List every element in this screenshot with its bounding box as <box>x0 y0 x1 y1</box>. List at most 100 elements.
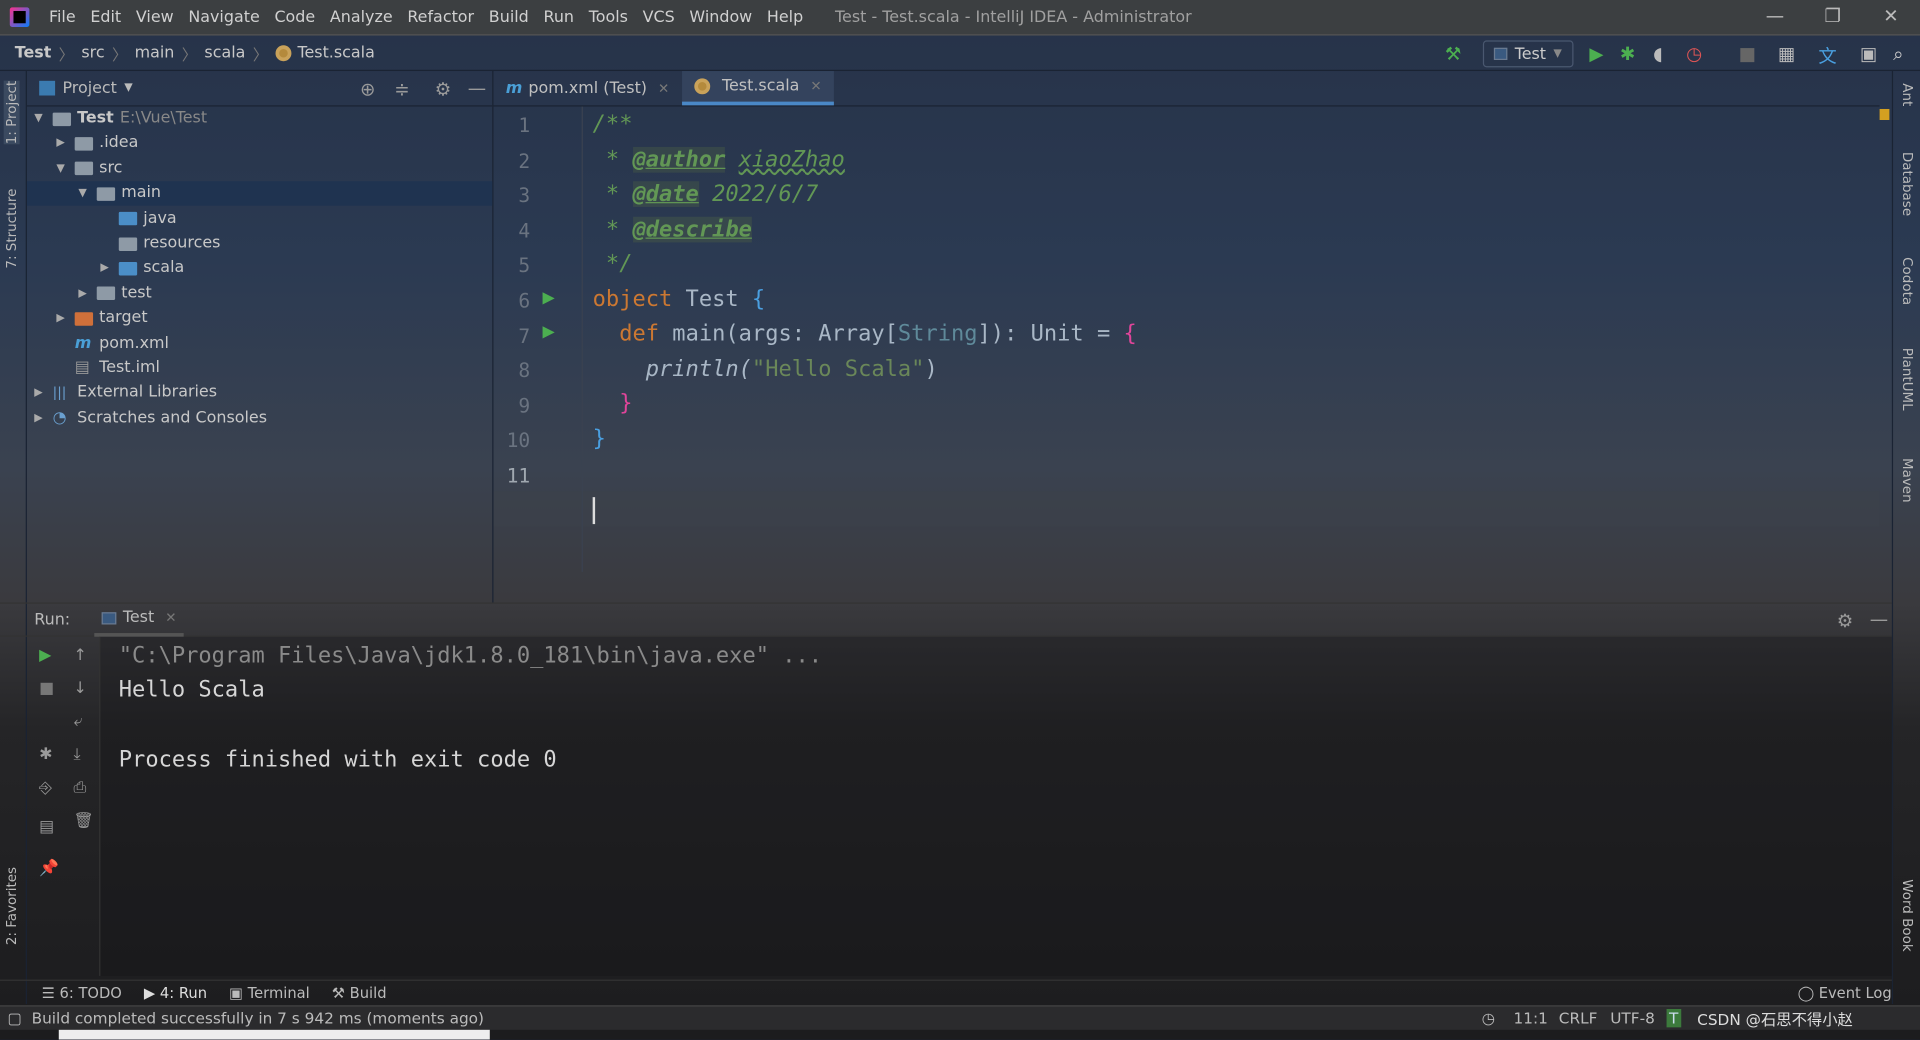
code-area[interactable]: 1 2 3 4 5 6 7 8 9 10 11 ▶ ▶ /** * @author xiaoZhao… <box>493 106 1880 603</box>
down-arrow-icon[interactable]: ↓ <box>73 680 86 698</box>
chevron-right-icon[interactable]: ▶ <box>34 406 46 430</box>
close-tab-icon[interactable]: ✕ <box>165 610 176 626</box>
chevron-right-icon[interactable]: ▶ <box>56 131 68 155</box>
chevron-right-icon[interactable]: ▶ <box>78 281 90 305</box>
tool-tab-run[interactable]: ▶ 4: Run <box>144 984 207 1001</box>
breadcrumb-file[interactable]: Test.scala <box>297 43 374 61</box>
chevron-right-icon[interactable]: ▶ <box>100 256 112 280</box>
chevron-down-icon[interactable]: ▼ <box>56 156 68 180</box>
chevron-down-icon[interactable]: ▼ <box>78 181 90 205</box>
menu-vcs[interactable]: VCS <box>635 8 682 26</box>
menu-edit[interactable]: Edit <box>83 8 129 26</box>
chevron-right-icon[interactable]: ▶ <box>34 381 46 405</box>
debug-icon[interactable]: ✱ <box>39 746 52 764</box>
print-icon[interactable]: ⎙ <box>73 779 86 797</box>
profile-icon[interactable]: ◷ <box>1686 43 1702 65</box>
menu-file[interactable]: File <box>42 8 83 26</box>
menu-code[interactable]: Code <box>267 8 322 26</box>
menu-build[interactable]: Build <box>481 8 536 26</box>
tool-tab-maven[interactable]: Maven <box>1899 458 1915 503</box>
editor-scrollbar[interactable] <box>1879 107 1892 499</box>
tree-item[interactable]: java <box>100 206 177 230</box>
tree-item[interactable]: m pom.xml <box>56 331 169 355</box>
tree-item[interactable]: ▶ .idea <box>56 131 138 155</box>
caret-position[interactable]: 11:1 <box>1513 1009 1547 1027</box>
menu-view[interactable]: View <box>129 8 181 26</box>
close-tab-icon[interactable]: ✕ <box>658 80 669 96</box>
status-toggle-icon[interactable]: ▢ <box>7 1009 21 1027</box>
run-tab-test[interactable]: Test ✕ <box>94 602 184 637</box>
gear-icon[interactable]: ⚙ <box>435 78 451 100</box>
breadcrumb-project[interactable]: Test <box>15 43 52 61</box>
tree-item[interactable]: ▤ Test.iml <box>56 356 160 380</box>
menu-run[interactable]: Run <box>536 8 581 26</box>
plugin-status-icon[interactable]: T <box>1666 1008 1681 1028</box>
breadcrumb-scala[interactable]: scala <box>204 43 245 61</box>
search-icon[interactable]: ⌕ <box>1893 43 1903 65</box>
tree-item[interactable]: ▶ ◔ Scratches and Consoles <box>34 406 267 430</box>
tool-tab-ant[interactable]: Ant <box>1899 83 1915 106</box>
pin-icon[interactable]: 📌 <box>39 860 59 878</box>
trash-icon[interactable]: 🗑 <box>73 812 93 830</box>
tool-tab-word-book[interactable]: Word Book <box>1899 879 1915 951</box>
debug-bug-icon[interactable]: ✱ <box>1620 43 1635 65</box>
tool-tab-project[interactable]: 1: Project <box>3 80 20 145</box>
coverage-icon[interactable]: ◖ <box>1653 43 1663 65</box>
tree-item[interactable]: resources <box>100 231 220 255</box>
exit-icon[interactable]: ⎆ <box>39 779 52 797</box>
close-tab-icon[interactable]: ✕ <box>810 78 821 94</box>
tree-item[interactable]: ▼ src <box>56 156 122 180</box>
up-arrow-icon[interactable]: ↑ <box>73 647 86 665</box>
chevron-down-icon[interactable]: ▼ <box>124 82 132 94</box>
hide-panel-icon[interactable]: — <box>1870 609 1888 631</box>
minimize-button[interactable]: — <box>1766 5 1784 27</box>
console-output[interactable]: "C:\Program Files\Java\jdk1.8.0_181\bin\… <box>100 636 1892 976</box>
locate-crosshair-icon[interactable]: ⊕ <box>360 78 375 100</box>
tree-item[interactable]: ▼ Test E:\Vue\Test <box>34 107 207 131</box>
run-gutter-icon[interactable]: ▶ <box>542 323 554 341</box>
presentation-icon[interactable]: ▣ <box>1860 43 1877 65</box>
layout-icon[interactable]: ▤ <box>39 818 54 836</box>
tab-test-scala[interactable]: Test.scala ✕ <box>681 71 834 106</box>
tab-pom-xml[interactable]: m pom.xml (Test) ✕ <box>493 71 681 105</box>
tool-tab-codota[interactable]: Codota <box>1899 257 1915 305</box>
restore-button[interactable]: ❐ <box>1825 5 1841 27</box>
run-config-select[interactable]: Test ▼ <box>1482 40 1574 68</box>
run-icon[interactable]: ▶ <box>1589 43 1603 65</box>
tree-item[interactable]: ▶ ||| External Libraries <box>34 381 217 405</box>
tool-tab-terminal[interactable]: ▣ Terminal <box>229 984 310 1001</box>
menu-window[interactable]: Window <box>682 8 759 26</box>
stop-icon[interactable]: ■ <box>39 680 54 698</box>
run-gutter-icon[interactable]: ▶ <box>542 289 554 307</box>
tree-item[interactable]: ▶ target <box>56 306 147 330</box>
tool-tab-favorites[interactable]: 2: Favorites <box>4 867 20 945</box>
scroll-to-end-icon[interactable]: ⤓ <box>73 746 80 764</box>
hide-panel-icon[interactable]: — <box>468 77 486 99</box>
project-view-select[interactable]: Project <box>62 79 116 97</box>
tree-item[interactable]: ▶ scala <box>100 256 184 280</box>
rerun-icon[interactable]: ▶ <box>39 647 51 665</box>
status-message[interactable]: Build completed successfully in 7 s 942 … <box>32 1009 484 1027</box>
event-log-button[interactable]: ◯ Event Log <box>1798 984 1892 1001</box>
close-window-button[interactable]: ✕ <box>1883 5 1898 27</box>
tool-tab-database[interactable]: Database <box>1899 152 1915 216</box>
project-structure-icon[interactable]: ▦ <box>1778 43 1795 65</box>
soft-wrap-icon[interactable]: ⤶ <box>73 713 82 731</box>
tree-item[interactable]: ▼ main <box>78 181 161 205</box>
menu-navigate[interactable]: Navigate <box>181 8 267 26</box>
menu-tools[interactable]: Tools <box>581 8 635 26</box>
line-separator[interactable]: CRLF <box>1559 1009 1598 1027</box>
chevron-right-icon[interactable]: ▶ <box>56 306 68 330</box>
gear-icon[interactable]: ⚙ <box>1837 610 1853 632</box>
breadcrumb-src[interactable]: src <box>81 43 104 61</box>
menu-refactor[interactable]: Refactor <box>400 8 481 26</box>
menu-analyze[interactable]: Analyze <box>323 8 400 26</box>
file-encoding[interactable]: UTF-8 <box>1610 1009 1655 1027</box>
chevron-down-icon[interactable]: ▼ <box>34 107 46 131</box>
stop-icon[interactable]: ■ <box>1739 43 1756 65</box>
tool-tab-structure[interactable]: 7: Structure <box>4 189 20 269</box>
tool-tab-plantuml[interactable]: PlantUML <box>1899 348 1915 411</box>
tree-item[interactable]: ▶ test <box>78 281 151 305</box>
menu-help[interactable]: Help <box>760 8 811 26</box>
build-hammer-icon[interactable]: ⚒ <box>1445 43 1461 65</box>
